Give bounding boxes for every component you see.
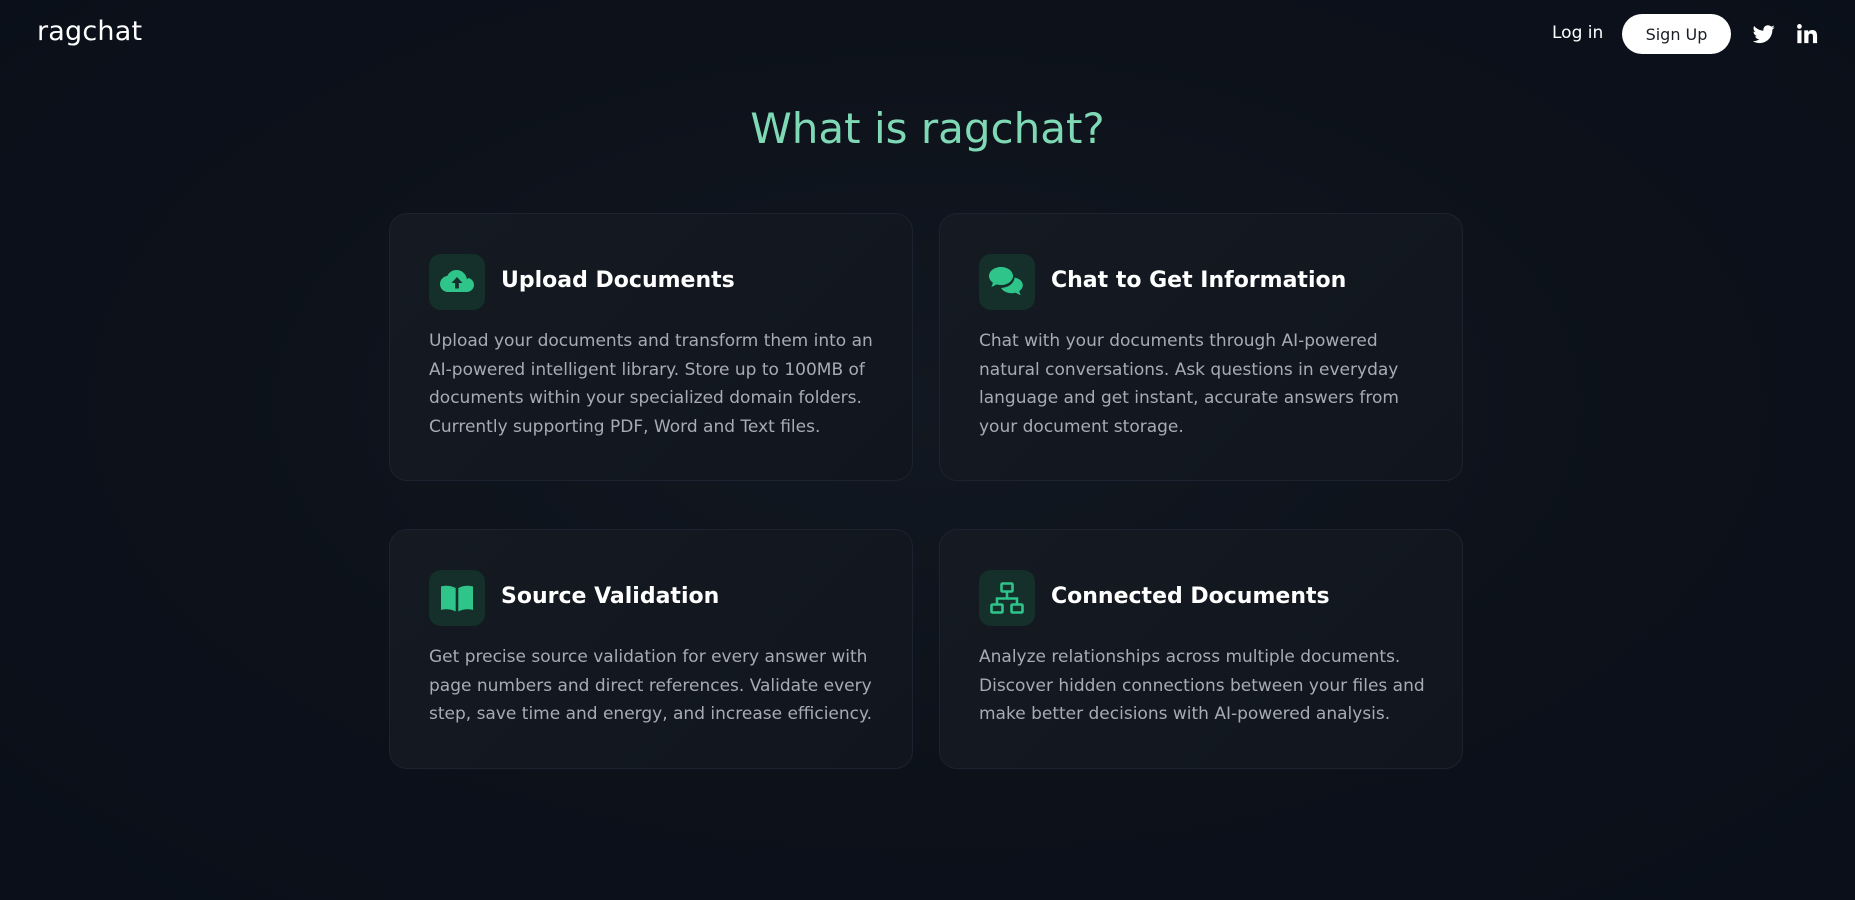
site-header: ragchat Log in Sign Up: [0, 0, 1855, 68]
feature-title: Chat to Get Information: [1051, 268, 1347, 293]
feature-description: Upload your documents and transform them…: [429, 331, 873, 437]
feature-card-upload: Upload Documents Upload your documents a…: [389, 213, 913, 481]
feature-icon-box: [979, 570, 1035, 626]
linkedin-icon[interactable]: [1796, 23, 1818, 45]
feature-title: Connected Documents: [1051, 584, 1330, 609]
feature-title: Source Validation: [501, 584, 720, 609]
section-title: What is ragchat?: [750, 104, 1105, 153]
feature-card-connected-documents: Connected Documents Analyze relationship…: [939, 529, 1463, 769]
feature-description: Chat with your documents through AI-powe…: [979, 331, 1399, 437]
open-book-icon: [441, 585, 473, 612]
feature-title: Upload Documents: [501, 268, 735, 293]
login-link[interactable]: Log in: [1552, 23, 1603, 43]
feature-icon-box: [979, 254, 1035, 310]
twitter-icon[interactable]: [1752, 23, 1775, 45]
feature-description: Get precise source validation for every …: [429, 647, 873, 724]
cloud-upload-icon: [440, 270, 474, 292]
feature-icon-box: [429, 254, 485, 310]
network-icon: [990, 582, 1024, 614]
feature-card-chat: Chat to Get Information Chat with your d…: [939, 213, 1463, 481]
feature-card-source-validation: Source Validation Get precise source val…: [389, 529, 913, 769]
logo[interactable]: ragchat: [37, 16, 142, 47]
signup-button[interactable]: Sign Up: [1622, 14, 1731, 54]
chat-bubbles-icon: [989, 267, 1023, 296]
feature-description: Analyze relationships across multiple do…: [979, 647, 1425, 724]
feature-icon-box: [429, 570, 485, 626]
